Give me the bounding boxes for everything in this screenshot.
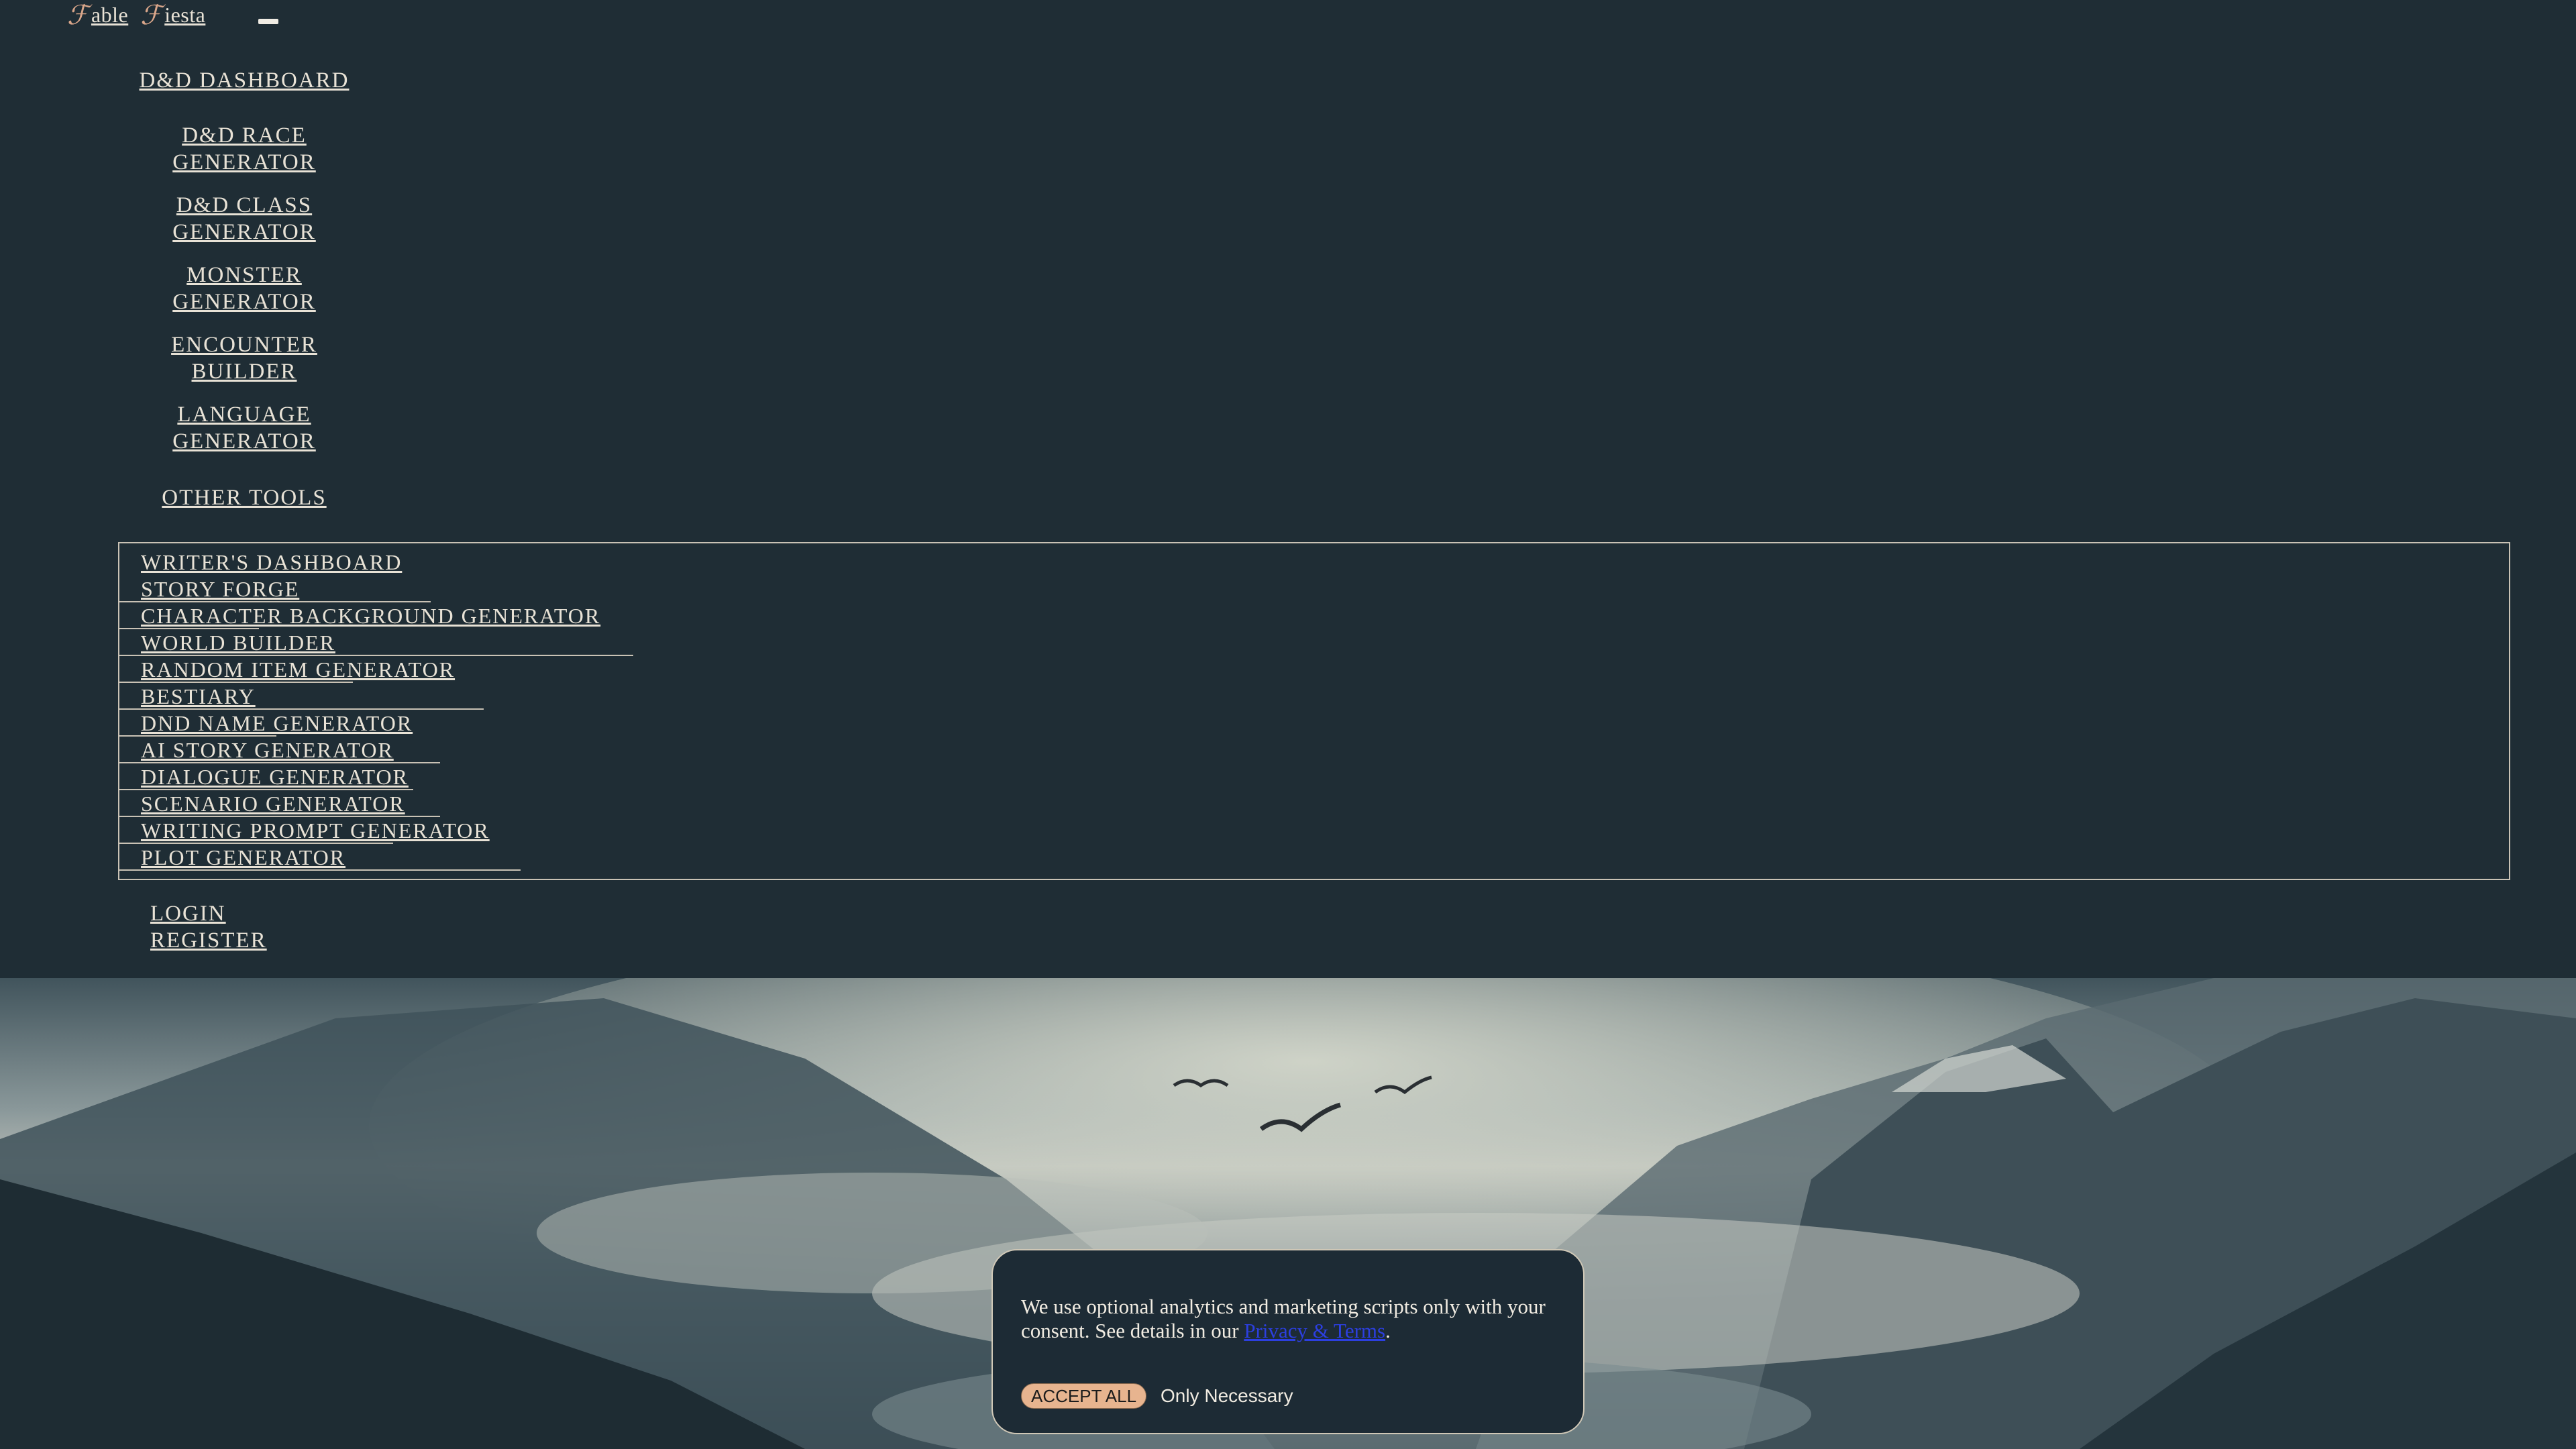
nav-race-generator[interactable]: D&D RACE GENERATOR [118,122,370,176]
cookie-message: We use optional analytics and marketing … [1021,1295,1558,1343]
nav-encounter-line2: BUILDER [191,360,297,384]
privacy-terms-link[interactable]: Privacy & Terms [1244,1319,1385,1342]
nav-encounter-line1: ENCOUNTER [171,333,317,357]
register-link[interactable]: REGISTER [150,927,267,954]
tool-label: CHARACTER BACKGROUND GENERATOR [141,604,601,628]
only-necessary-button[interactable]: Only Necessary [1161,1383,1293,1409]
main-nav: D&D DASHBOARD D&D RACE GENERATOR D&D CLA… [118,67,370,527]
nav-class-line2: GENERATOR [172,220,316,244]
tool-dialogue-generator[interactable]: DIALOGUE GENERATOR [118,763,600,790]
tool-random-item-generator[interactable]: RANDOM ITEM GENERATOR [118,656,600,683]
nav-dnd-dashboard[interactable]: D&D DASHBOARD [118,67,370,94]
tool-label: DIALOGUE GENERATOR [141,765,409,789]
tool-label: RANDOM ITEM GENERATOR [141,657,455,682]
site-logo[interactable]: ℱ able ℱ iesta [67,0,217,30]
login-link[interactable]: LOGIN [150,900,267,927]
logo-glyph-icon-2: ℱ [140,0,162,30]
nav-race-line1: D&D RACE [182,123,307,148]
tool-label: BESTIARY [141,684,256,708]
other-tools-list: WRITER'S DASHBOARD STORY FORGE CHARACTER… [118,549,633,871]
logo-word-fable[interactable]: able [91,3,128,28]
nav-monster-line2: GENERATOR [172,290,316,314]
tool-dnd-name-generator[interactable]: DND NAME GENERATOR [118,710,600,737]
nav-other-tools[interactable]: OTHER TOOLS [118,484,370,511]
nav-class-generator[interactable]: D&D CLASS GENERATOR [118,192,370,246]
tool-writers-dashboard[interactable]: WRITER'S DASHBOARD [141,549,600,576]
tool-ai-story-generator[interactable]: AI STORY GENERATOR [118,737,600,763]
auth-links: LOGIN REGISTER [150,900,267,954]
cookie-message-period: . [1385,1319,1391,1342]
tool-label: PLOT GENERATOR [141,845,346,869]
nav-race-line2: GENERATOR [172,150,316,174]
tool-label: WORLD BUILDER [141,631,335,655]
tool-label: DND NAME GENERATOR [141,711,413,735]
tool-label: STORY FORGE [141,577,300,601]
accept-all-button[interactable]: ACCEPT ALL [1021,1383,1147,1409]
nav-encounter-builder[interactable]: ENCOUNTER BUILDER [118,331,370,385]
nav-language-generator[interactable]: LANGUAGE GENERATOR [118,401,370,455]
tool-plot-generator[interactable]: PLOT GENERATOR [118,844,600,871]
tool-label: AI STORY GENERATOR [141,738,394,762]
nav-class-line1: D&D CLASS [176,193,313,217]
nav-monster-generator[interactable]: MONSTER GENERATOR [118,262,370,315]
nav-language-line1: LANGUAGE [177,402,311,427]
tool-label: WRITING PROMPT GENERATOR [141,818,490,843]
logo-word-fiesta[interactable]: iesta [164,3,205,28]
tool-world-builder[interactable]: WORLD BUILDER [118,629,633,656]
tool-character-background-generator[interactable]: CHARACTER BACKGROUND GENERATOR [118,602,601,629]
tool-writing-prompt-generator[interactable]: WRITING PROMPT GENERATOR [118,817,600,844]
tool-scenario-generator[interactable]: SCENARIO GENERATOR [118,790,600,817]
tool-bestiary[interactable]: BESTIARY [118,683,600,710]
nav-monster-line1: MONSTER [186,263,302,287]
tool-label: SCENARIO GENERATOR [141,792,405,816]
tool-story-forge[interactable]: STORY FORGE [118,576,600,602]
logo-glyph-icon: ℱ [67,0,89,30]
menu-toggle-icon[interactable] [258,19,278,24]
nav-language-line2: GENERATOR [172,429,316,453]
cookie-consent-banner: We use optional analytics and marketing … [991,1249,1585,1434]
